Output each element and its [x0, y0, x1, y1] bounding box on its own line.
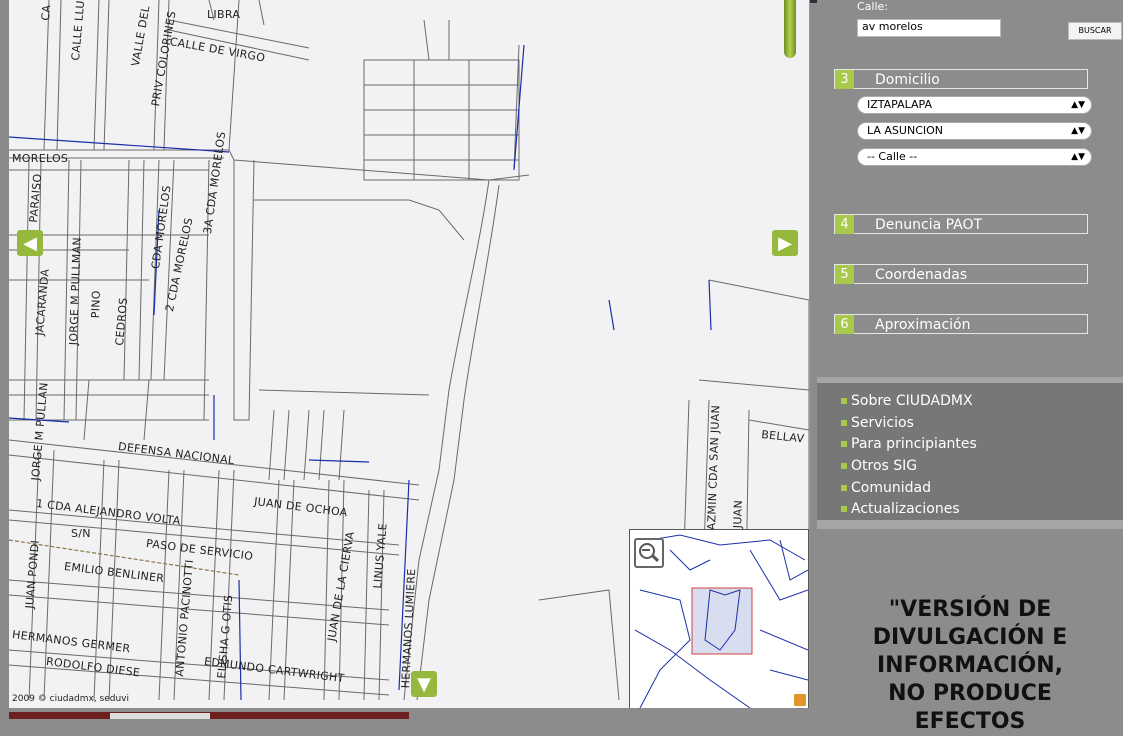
step-number: 5: [835, 265, 854, 284]
arrow-left-icon[interactable]: ◀: [17, 230, 43, 256]
arrow-down-glyph: ▼: [417, 673, 431, 695]
select-value: IZTAPALAPA: [867, 98, 932, 111]
search-button[interactable]: BUSCAR: [1068, 22, 1122, 40]
step-number: 4: [835, 215, 854, 234]
select-value: LA ASUNCION: [867, 124, 944, 137]
updown-caret-icon: ▲▼: [1071, 152, 1085, 162]
bullet-icon: [841, 441, 847, 447]
street-label: MORELOS: [12, 152, 69, 165]
calle-select[interactable]: -- Calle -- ▲▼: [857, 148, 1092, 166]
link-principiantes[interactable]: Para principiantes: [841, 436, 977, 452]
divider: [817, 520, 1123, 529]
link-comunidad[interactable]: Comunidad: [841, 480, 931, 496]
link-label: Servicios: [851, 415, 914, 431]
bullet-icon: [841, 398, 847, 404]
step-label: Aproximación: [875, 317, 971, 333]
step-aproximacion[interactable]: 6 Aproximación: [834, 314, 1088, 334]
bottom-bar-tab[interactable]: [110, 713, 210, 719]
street-label: LIBRA: [207, 8, 241, 21]
left-strip: [0, 0, 9, 719]
street-label: PINO: [89, 290, 103, 319]
magnifier-handle: [651, 554, 660, 563]
step-denuncia-paot[interactable]: 4 Denuncia PAOT: [834, 214, 1088, 234]
notice-line: "VERSIÓN DE: [888, 597, 1052, 622]
bullet-icon: [841, 485, 847, 491]
zoom-slider[interactable]: [784, 0, 796, 58]
link-otros-sig[interactable]: Otros SIG: [841, 458, 917, 474]
overview-map[interactable]: [629, 529, 809, 708]
link-label: Comunidad: [851, 480, 931, 496]
arrow-left-glyph: ◀: [23, 232, 37, 254]
link-servicios[interactable]: Servicios: [841, 415, 914, 431]
notice-line: NO PRODUCE: [888, 681, 1052, 706]
street-label: CA: [39, 4, 54, 22]
street-label: S/N: [71, 527, 91, 540]
zoom-out-icon[interactable]: [634, 538, 664, 568]
delegacion-select[interactable]: IZTAPALAPA ▲▼: [857, 96, 1092, 114]
bullet-icon: [841, 463, 847, 469]
arrow-right-glyph: ▶: [778, 232, 792, 254]
step-domicilio[interactable]: 3 Domicilio: [834, 69, 1088, 89]
calle-label: Calle:: [857, 0, 889, 13]
step-label: Coordenadas: [875, 267, 968, 283]
step-label: Denuncia PAOT: [875, 217, 983, 233]
minus-mark: [642, 549, 650, 551]
notice-line: DIVULGACIÓN E: [872, 625, 1068, 650]
resize-corner-icon[interactable]: [794, 694, 806, 706]
bullet-icon: [841, 506, 847, 512]
street-input[interactable]: av morelos: [857, 19, 1001, 37]
arrow-right-icon[interactable]: ▶: [772, 230, 798, 256]
map-view[interactable]: LIBRA CALLE DE VIRGO VALLE DEL PRIV COLO…: [9, 0, 810, 708]
link-label: Sobre CIUDADMX: [851, 393, 973, 409]
arrow-down-icon[interactable]: ▼: [411, 671, 437, 697]
map-copyright: 2009 © ciudadmx, seduvi: [12, 694, 130, 704]
select-value: -- Calle --: [867, 150, 918, 163]
street-label: JUAN: [731, 499, 745, 529]
updown-caret-icon: ▲▼: [1071, 100, 1085, 110]
notice-line: INFORMACIÓN,: [877, 653, 1063, 678]
sidebar: Calle: av morelos BUSCAR 3 Domicilio IZT…: [817, 0, 1123, 734]
link-label: Otros SIG: [851, 458, 918, 474]
step-number: 3: [835, 70, 854, 89]
link-sobre-ciudadmx[interactable]: Sobre CIUDADMX: [841, 393, 973, 409]
step-number: 6: [835, 315, 854, 334]
step-coordenadas[interactable]: 5 Coordenadas: [834, 264, 1088, 284]
colonia-select[interactable]: LA ASUNCION ▲▼: [857, 122, 1092, 140]
info-links: Sobre CIUDADMX Servicios Para principian…: [817, 383, 1123, 520]
step-label: Domicilio: [875, 72, 940, 88]
bullet-icon: [841, 420, 847, 426]
updown-caret-icon: ▲▼: [1071, 126, 1085, 136]
disclaimer-notice: "VERSIÓN DE DIVULGACIÓN E INFORMACIÓN, N…: [817, 596, 1123, 736]
link-actualizaciones[interactable]: Actualizaciones: [841, 501, 960, 517]
link-label: Para principiantes: [851, 436, 977, 452]
notice-line: EFECTOS: [914, 709, 1026, 734]
link-label: Actualizaciones: [851, 501, 960, 517]
